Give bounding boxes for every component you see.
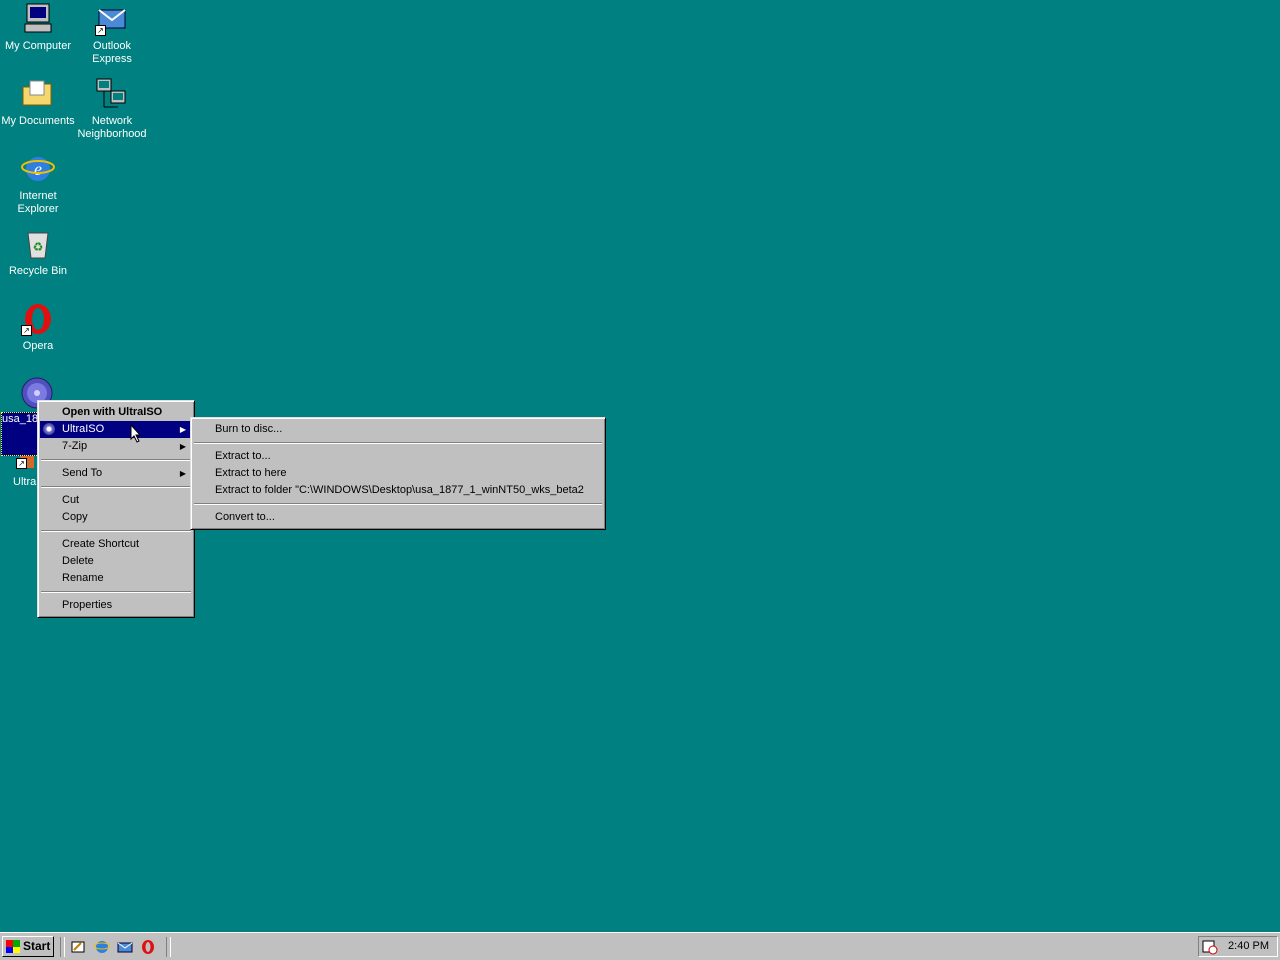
menu-item-properties[interactable]: Properties [40, 597, 192, 614]
icon-label: Recycle Bin [8, 265, 68, 277]
start-label: Start [23, 939, 51, 953]
shortcut-arrow-icon: ↗ [95, 25, 106, 36]
submenu-item-extract-to[interactable]: Extract to... [193, 448, 603, 465]
taskbar-divider [60, 937, 65, 957]
submenu-arrow-icon: ▶ [179, 425, 186, 434]
ultraiso-disc-icon [43, 423, 55, 435]
opera-icon: ↗ [21, 302, 55, 336]
menu-item-open-with-ultraiso[interactable]: Open with UltraISO [40, 404, 192, 421]
shortcut-arrow-icon: ↗ [16, 458, 27, 469]
menu-item-send-to[interactable]: Send To ▶ [40, 465, 192, 482]
icon-label: Outlook Express [92, 40, 132, 65]
windows-logo-icon [6, 940, 20, 953]
submenu-item-extract-to-folder[interactable]: Extract to folder "C:\WINDOWS\Desktop\us… [193, 482, 603, 499]
menu-separator [194, 442, 602, 444]
show-desktop-icon[interactable] [70, 939, 86, 955]
start-button[interactable]: Start [2, 936, 54, 957]
menu-item-copy[interactable]: Copy [40, 509, 192, 526]
submenu-item-extract-here[interactable]: Extract to here [193, 465, 603, 482]
ultraiso-icon: ↗ [16, 454, 36, 470]
desktop-icon-recycle-bin[interactable]: ♻ Recycle Bin [0, 227, 76, 278]
my-computer-icon [21, 2, 55, 36]
icon-label: My Computer [4, 40, 72, 52]
desktop-icon-my-computer[interactable]: My Computer [0, 2, 76, 53]
menu-item-label: UltraISO [62, 423, 105, 435]
menu-item-ultraiso[interactable]: UltraISO ▶ [40, 421, 192, 438]
svg-text:♻: ♻ [33, 240, 44, 254]
icon-label: My Documents [1, 115, 75, 127]
submenu-item-burn-to-disc[interactable]: Burn to disc... [193, 421, 603, 438]
desktop-icon-outlook-express[interactable]: ↗ Outlook Express [74, 2, 150, 66]
scheduler-tray-icon[interactable] [1202, 939, 1218, 955]
desktop-icon-network-neighborhood[interactable]: Network Neighborhood [74, 77, 150, 141]
submenu-arrow-icon: ▶ [179, 442, 186, 451]
icon-label: Internet Explorer [17, 190, 59, 215]
my-documents-icon [21, 77, 55, 111]
menu-item-create-shortcut[interactable]: Create Shortcut [40, 536, 192, 553]
taskbar: Start 2:40 PM [0, 932, 1280, 960]
menu-item-7zip[interactable]: 7-Zip ▶ [40, 438, 192, 455]
outlook-launch-icon[interactable] [117, 939, 133, 955]
menu-item-label: 7-Zip [62, 440, 88, 452]
menu-item-label: Send To [62, 467, 103, 479]
desktop-icon-internet-explorer[interactable]: e Internet Explorer [0, 152, 76, 216]
icon-label: Opera [22, 340, 54, 352]
ultraiso-submenu: Burn to disc... Extract to... Extract to… [190, 417, 606, 530]
desktop-icon-my-documents[interactable]: My Documents [0, 77, 76, 128]
taskbar-divider [166, 937, 171, 957]
menu-item-cut[interactable]: Cut [40, 492, 192, 509]
network-neighborhood-icon [95, 77, 129, 111]
shortcut-arrow-icon: ↗ [21, 325, 32, 336]
recycle-bin-icon: ♻ [21, 227, 55, 261]
menu-separator [41, 530, 191, 532]
system-tray: 2:40 PM [1198, 936, 1278, 957]
menu-separator [41, 591, 191, 593]
icon-label: Network Neighborhood [77, 115, 147, 140]
clock[interactable]: 2:40 PM [1228, 937, 1269, 956]
desktop-icon-opera[interactable]: ↗ Opera [0, 302, 76, 353]
menu-separator [194, 503, 602, 505]
submenu-arrow-icon: ▶ [179, 469, 186, 478]
internet-explorer-icon: e [21, 152, 55, 186]
context-menu: Open with UltraISO UltraISO ▶ 7-Zip ▶ Se… [37, 400, 195, 618]
menu-item-delete[interactable]: Delete [40, 553, 192, 570]
menu-item-rename[interactable]: Rename [40, 570, 192, 587]
menu-separator [41, 459, 191, 461]
icon-label: UltraISO [13, 476, 40, 488]
submenu-item-convert-to[interactable]: Convert to... [193, 509, 603, 526]
opera-launch-icon[interactable] [140, 939, 156, 955]
outlook-express-icon: ↗ [95, 2, 129, 36]
ie-launch-icon[interactable] [93, 939, 111, 955]
desktop-icon-ultraiso[interactable]: ↗ UltraISO [10, 454, 40, 490]
menu-separator [41, 486, 191, 488]
